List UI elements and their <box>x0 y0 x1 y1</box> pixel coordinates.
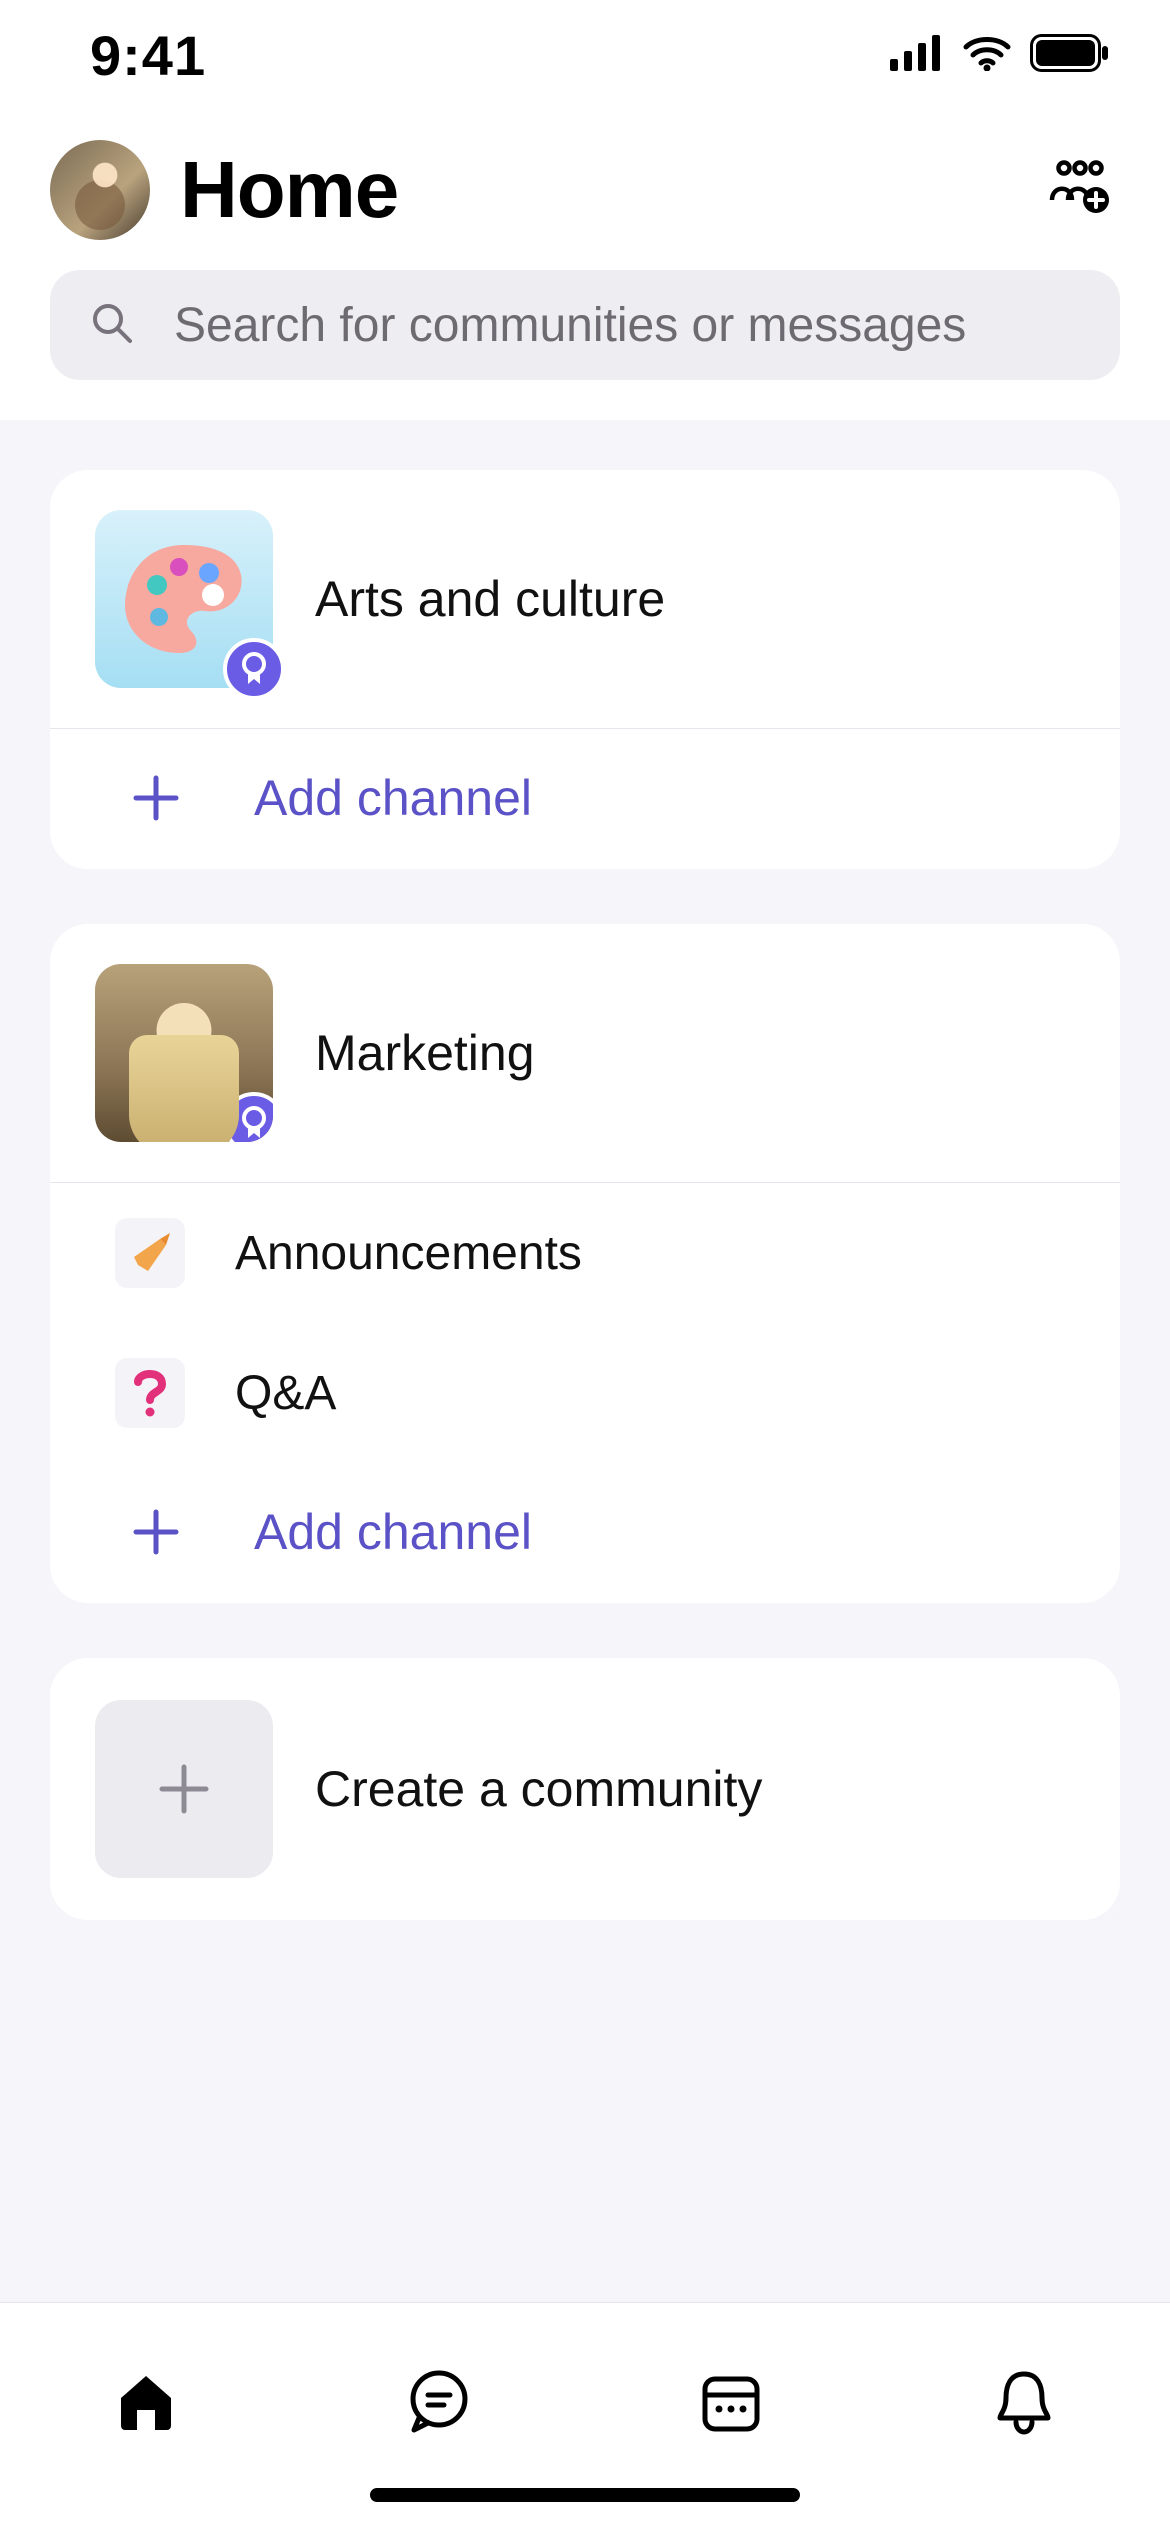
community-header-marketing[interactable]: Marketing <box>50 924 1120 1182</box>
channel-item[interactable]: Q&A <box>50 1323 1120 1463</box>
add-channel-button[interactable]: Add channel <box>50 729 1120 869</box>
community-card: Arts and culture Add channel <box>50 470 1120 869</box>
community-card: Marketing Announcements Q&A Add channel <box>50 924 1120 1603</box>
search-icon <box>90 301 134 350</box>
avatar[interactable] <box>50 140 150 240</box>
megaphone-icon <box>115 1218 185 1288</box>
search-input[interactable]: Search for communities or messages <box>50 270 1120 380</box>
owner-badge-icon <box>223 638 285 700</box>
community-name: Arts and culture <box>315 570 665 628</box>
create-community-label: Create a community <box>315 1760 762 1818</box>
home-icon <box>111 2366 181 2441</box>
tab-home[interactable] <box>86 2343 206 2463</box>
status-time: 9:41 <box>90 23 206 88</box>
question-icon <box>115 1358 185 1428</box>
tab-chat[interactable] <box>379 2343 499 2463</box>
palette-icon <box>119 537 249 662</box>
wifi-icon <box>962 35 1012 76</box>
people-add-icon <box>1048 160 1112 221</box>
status-indicators <box>890 34 1110 77</box>
add-channel-label: Add channel <box>254 1503 532 1561</box>
create-community-card[interactable]: Create a community <box>50 1658 1120 1920</box>
channel-name: Q&A <box>235 1366 336 1421</box>
calendar-icon <box>697 2367 765 2440</box>
plus-icon <box>128 1504 184 1560</box>
community-name: Marketing <box>315 1024 535 1082</box>
owner-badge-icon <box>223 1092 273 1142</box>
community-avatar <box>95 964 273 1142</box>
search-placeholder: Search for communities or messages <box>174 298 966 353</box>
plus-tile-icon <box>95 1700 273 1878</box>
channel-name: Announcements <box>235 1226 582 1281</box>
add-channel-label: Add channel <box>254 769 532 827</box>
header: Home <box>0 110 1170 270</box>
community-header-arts[interactable]: Arts and culture <box>50 470 1120 728</box>
status-bar: 9:41 <box>0 0 1170 110</box>
community-avatar <box>95 510 273 688</box>
plus-icon <box>128 770 184 826</box>
page-title: Home <box>180 144 1010 236</box>
chat-icon <box>404 2366 474 2441</box>
bell-icon <box>992 2366 1056 2441</box>
home-indicator <box>370 2488 800 2502</box>
community-list: Arts and culture Add channel Marketing <box>0 420 1170 2302</box>
create-community-button[interactable] <box>1040 150 1120 230</box>
cellular-icon <box>890 35 944 76</box>
tab-calendar[interactable] <box>671 2343 791 2463</box>
tab-activity[interactable] <box>964 2343 1084 2463</box>
add-channel-button[interactable]: Add channel <box>50 1463 1120 1603</box>
battery-icon <box>1030 34 1110 77</box>
channel-item[interactable]: Announcements <box>50 1183 1120 1323</box>
